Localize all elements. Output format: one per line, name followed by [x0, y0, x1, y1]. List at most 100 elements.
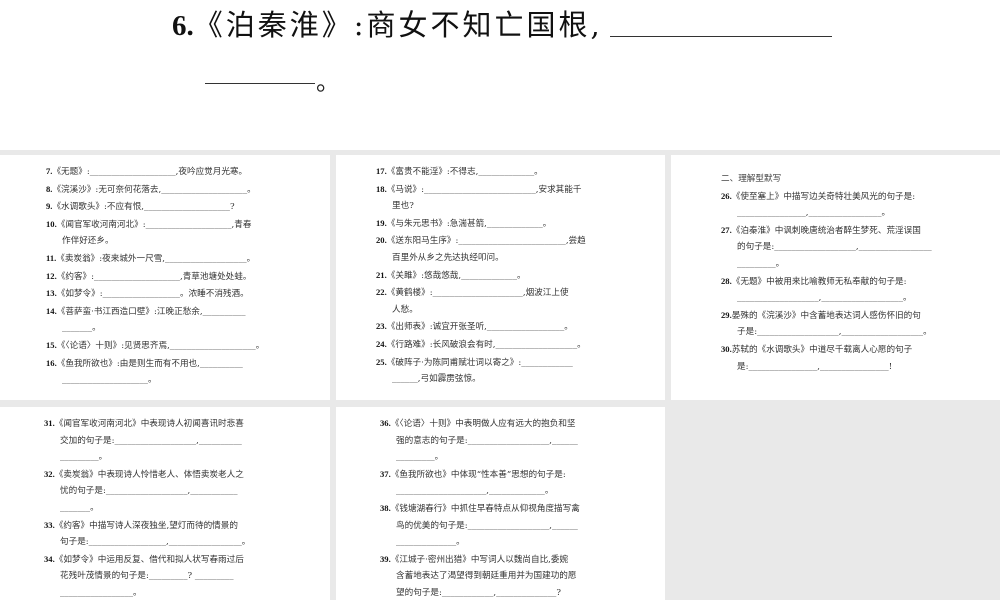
question-line: 19.《与朱元思书》:急湍甚箭,_____________。 [376, 215, 586, 233]
slide-thumbnail-5[interactable]: 36.《〈论语〉十则》中表明做人应有远大的抱负和坚强的意志的句子是:______… [336, 407, 665, 600]
question-text: 《使至塞上》中描写边关奇特壮美风光的句子是: [731, 191, 916, 202]
question-text: 强的意志的句子是:___________________,______ [396, 435, 578, 446]
question-number: 29. [721, 309, 732, 320]
question-line: 18.《马说》:__________________________,安求其能千 [376, 181, 586, 199]
question-text: 《卖炭翁》中表现诗人怜惜老人、体悟卖炭老人之 [54, 469, 244, 480]
question-line: 39.《江城子·密州出猎》中写词人以魏尚自比,委婉 [380, 551, 580, 569]
question-text: _________________。 [60, 587, 142, 598]
question-text: 含蓄地表达了渴望得到朝廷重用并为国建功的愿 [396, 571, 577, 582]
question-continuation: 里也? [376, 198, 586, 215]
question-text: 《泊秦淮》:商女不知亡国根, [193, 8, 603, 42]
question-line: 9.《水调歌头》:不应有恨,____________________? [46, 198, 264, 216]
question-text: 二、理解型默写 [721, 174, 782, 184]
question-text: 望的句子是:____________,______________? [396, 587, 561, 598]
question-continuation: _________。 [380, 449, 580, 466]
question-line: 27.《泊秦淮》中讽刺晚唐统治者醉生梦死、荒淫误国 [721, 222, 932, 240]
question-text: 《关雎》:悠哉悠哉,_____________。 [386, 270, 526, 281]
question-number: 38. [380, 502, 391, 513]
question-line: 31.《闻官军收河南河北》中表现诗人初闻喜讯时悲喜 [44, 415, 250, 433]
question-text: 《富贵不能淫》:不得志,_____________。 [386, 167, 543, 177]
question-number: 15. [46, 339, 57, 350]
question-text: ___________________,___________________。 [737, 293, 912, 304]
question-continuation: 交加的句子是:___________________,__________ [44, 433, 250, 450]
question-continuation: _____________________,_____________。 [380, 483, 580, 500]
question-text: _______。 [60, 502, 99, 513]
question-text: 《钱塘湖春行》中抓住早春特点从仰视角度描写禽 [390, 503, 580, 514]
question-text: 是:________________,________________! [737, 361, 893, 372]
slide-thumbnail-2[interactable]: 17.《富贵不能淫》:不得志,_____________。 18.《马说》:___… [336, 155, 665, 400]
question-line: 16.《鱼我所欲也》:由是则生而有不用也,__________ [46, 355, 264, 373]
question-number: 33. [44, 519, 55, 530]
question-text: 忧的句子是:___________________,___________ [60, 486, 238, 497]
question-number: 18. [376, 183, 387, 194]
question-continuation: _________。 [721, 256, 932, 273]
question-continuation: ___________________,___________________。 [721, 290, 932, 307]
question-continuation: 鸟的优美的句子是:___________________,______ [380, 518, 580, 535]
question-continuation: ____________________。 [46, 372, 264, 389]
question-text: 《〈论语〉十则》中表明做人应有远大的抱负和坚 [390, 419, 576, 429]
slide-thumbnail-4[interactable]: 31.《闻官军收河南河北》中表现诗人初闻喜讯时悲喜 交加的句子是:________… [0, 407, 330, 600]
question-text: 《马说》:__________________________,安求其能千 [386, 184, 582, 195]
question-text: 《约客》:____________________,青草池塘处处蛙。 [56, 271, 252, 282]
question-text: _______。 [62, 323, 101, 334]
answer-blank [610, 36, 832, 37]
answer-blank [205, 83, 315, 84]
question-line: 33.《约客》中描写诗人深夜独坐,望灯而待的情景的 [44, 517, 250, 535]
question-continuation: 子是:___________________,_________________… [721, 324, 932, 341]
main-slide: 6.《泊秦淮》:商女不知亡国根, 。 [0, 0, 1000, 150]
question-line: 21.《关雎》:悠哉悠哉,_____________。 [376, 267, 586, 285]
question-text: 《浣溪沙》:无可奈何花落去,____________________。 [52, 184, 256, 195]
question-number: 13. [46, 288, 57, 299]
question-number: 23. [376, 321, 387, 332]
question-line: 23.《出师表》:诚宜开张圣听,__________________。 [376, 318, 586, 336]
question-text: 《闻官军收河南河北》中表现诗人初闻喜讯时悲喜 [54, 419, 244, 429]
question-line: 11.《卖炭翁》:夜来城外一尺雪,___________________。 [46, 250, 264, 268]
slide-thumbnail-1[interactable]: 7.《无题》:____________________,夜吟应觉月光寒。 8.《浣… [0, 155, 330, 400]
question-number: 36. [380, 418, 391, 428]
question-continuation: 花残叶茂情景的句子是:_________? _________ [44, 568, 250, 585]
question-text: 《与朱元思书》:急湍甚箭,_____________。 [386, 218, 552, 229]
question-number: 22. [376, 287, 387, 298]
question-text: 《鱼我所欲也》:由是则生而有不用也,__________ [56, 358, 243, 369]
question-continuation: 忧的句子是:___________________,___________ [44, 483, 250, 500]
question-line: 29.晏殊的《浣溪沙》中含蓄地表达词人感伤怀旧的句 [721, 307, 932, 325]
question-continuation: 的句子是:___________________,_______________… [721, 239, 932, 256]
question-text: 《闻官军收河南河北》:____________________,青春 [56, 219, 252, 230]
question-text: 交加的句子是:___________________,__________ [60, 435, 242, 446]
question-number: 20. [376, 235, 387, 246]
question-text: 百里外从乡之先达执经叩问。 [392, 252, 504, 263]
question-text: _________。 [60, 452, 108, 463]
question-line: 25.《破阵子·为陈同甫赋壮词以寄之》:____________ [376, 354, 586, 372]
question-text: ______________。 [396, 537, 465, 548]
question-text: ____________________。 [62, 375, 157, 386]
question-line: 36.《〈论语〉十则》中表明做人应有远大的抱负和坚 [380, 415, 580, 433]
question-line: 14.《菩萨蛮·书江西造口壁》:江晚正愁余,__________ [46, 303, 264, 321]
question-text: 的句子是:___________________,_______________… [737, 242, 932, 253]
question-line: 8.《浣溪沙》:无可奈何花落去,____________________。 [46, 181, 264, 199]
question-continuation: _______。 [46, 320, 264, 337]
question-text: 苏轼的《水调歌头》中道尽千载离人心愿的句子 [731, 344, 913, 355]
question-number: 19. [376, 217, 387, 228]
question-line: 32.《卖炭翁》中表现诗人怜惜老人、体悟卖炭老人之 [44, 466, 250, 484]
question-number: 27. [721, 224, 732, 235]
slide-thumbnail-3[interactable]: 二、理解型默写 26.《使至塞上》中描写边关奇特壮美风光的句子是: ________… [671, 155, 1000, 400]
question-number: 31. [44, 418, 55, 428]
question-text: _________。 [396, 452, 444, 463]
question-text: 句子是:__________________,_________________… [60, 537, 251, 548]
question-text: 《行路难》:长风破浪会有时,___________________。 [386, 339, 586, 350]
question-continuation: 望的句子是:____________,______________? [380, 585, 580, 600]
question-number: 28. [721, 275, 732, 286]
question-continuation: _________。 [44, 449, 250, 466]
question-text: 《泊秦淮》中讽刺晚唐统治者醉生梦死、荒淫误国 [731, 225, 921, 236]
question-number: 6. [172, 10, 194, 42]
question-line: 24.《行路难》:长风破浪会有时,___________________。 [376, 336, 586, 354]
question-continuation: 强的意志的句子是:___________________,______ [380, 433, 580, 450]
question-number: 11. [46, 252, 57, 263]
question-text: 里也? [392, 201, 414, 212]
question-text: 《如梦令》中运用反复、借代和拟人状写春雨过后 [54, 554, 244, 565]
question-line: 20.《送东阳马生序》:_________________________,尝趋 [376, 232, 586, 250]
question-number: 10. [46, 218, 57, 229]
question-line: 12.《约客》:____________________,青草池塘处处蛙。 [46, 268, 264, 286]
question-text: 《水调歌头》:不应有恨,____________________? [52, 202, 235, 213]
question-continuation: _______。 [44, 500, 250, 517]
